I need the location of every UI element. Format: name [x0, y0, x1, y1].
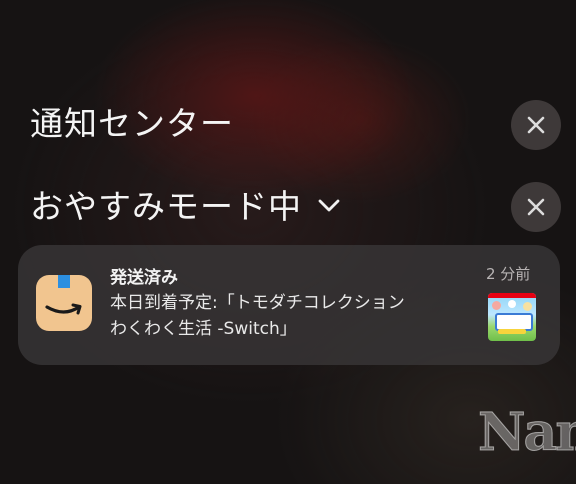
chevron-down-icon — [318, 199, 340, 212]
focus-mode-header[interactable]: おやすみモード中 — [30, 185, 342, 229]
notification-body: 本日到着予定:「トモダチコレクション わくわく生活 -Switch」 — [110, 290, 480, 342]
thumbnail-character — [523, 302, 532, 311]
clear-focus-mode-button[interactable] — [511, 182, 561, 232]
focus-mode-label: おやすみモード中 — [30, 187, 302, 226]
thumbnail-character — [508, 300, 516, 308]
product-thumbnail — [488, 293, 536, 341]
thumbnail-red-strip — [488, 293, 536, 298]
smile-arrow-shape — [45, 303, 82, 315]
notification-body-line-1: 本日到着予定:「トモダチコレクション — [110, 293, 405, 313]
package-tape-shape — [58, 275, 70, 288]
notification-body-line-2: わくわく生活 -Switch」 — [110, 319, 297, 339]
close-icon — [527, 198, 545, 216]
notification-card[interactable]: 発送済み 本日到着予定:「トモダチコレクション わくわく生活 -Switch」 … — [18, 245, 560, 365]
notification-timestamp: 2 分前 — [486, 265, 531, 283]
close-icon — [527, 116, 545, 134]
thumbnail-game-subtitle — [498, 329, 526, 334]
thumbnail-character — [492, 301, 501, 310]
amazon-app-icon — [36, 275, 92, 331]
watermark-logo: Nan — [477, 402, 576, 464]
notification-center-title: 通知センター — [30, 104, 234, 143]
notification-title: 発送済み — [110, 268, 178, 288]
clear-notification-center-button[interactable] — [511, 100, 561, 150]
